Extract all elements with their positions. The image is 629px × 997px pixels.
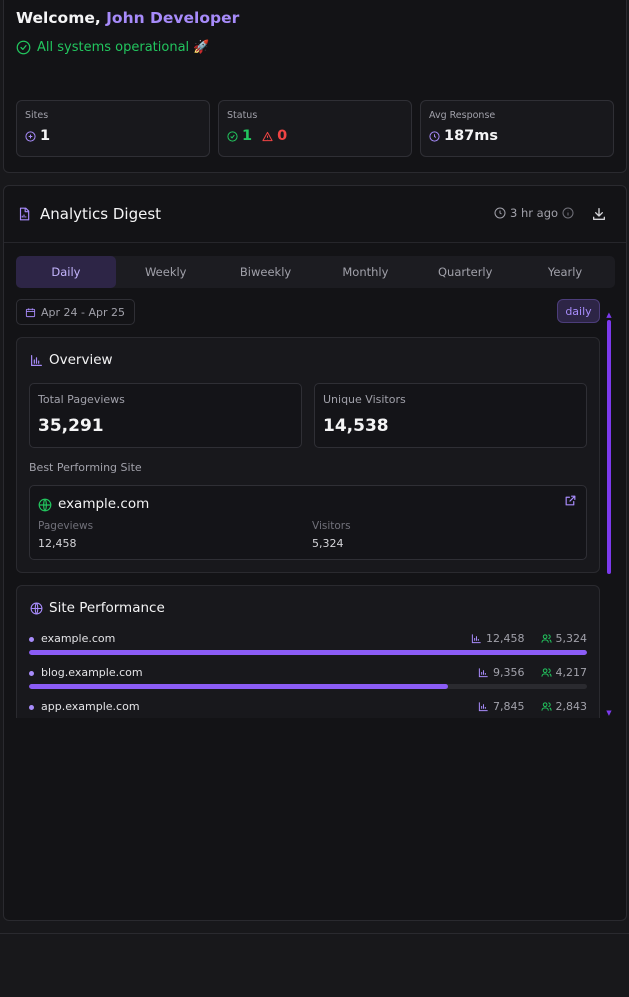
bar-chart-icon bbox=[471, 634, 481, 644]
best-site-label: Best Performing Site bbox=[29, 461, 142, 474]
best-site-visitors-label: Visitors bbox=[312, 520, 351, 532]
last-updated-text: 3 hr ago bbox=[510, 206, 559, 220]
date-range-text: Apr 24 - Apr 25 bbox=[41, 305, 126, 319]
unique-visitors-box: Unique Visitors 14,538 bbox=[314, 383, 587, 448]
unique-visitors-label: Unique Visitors bbox=[323, 393, 406, 406]
stat-sites: Sites 1 bbox=[16, 100, 210, 157]
download-button[interactable] bbox=[591, 206, 607, 222]
stat-sites-value-wrap: 1 bbox=[25, 128, 50, 144]
check-circle-icon bbox=[16, 40, 31, 55]
period-tabs: Daily Weekly Biweekly Monthly Quarterly … bbox=[16, 256, 615, 288]
plus-circle-icon bbox=[25, 130, 36, 142]
stat-status-value-wrap: 1 0 bbox=[227, 128, 287, 144]
site-row-bar-track bbox=[29, 684, 587, 689]
greeting-text: Welcome, bbox=[16, 9, 107, 27]
report-file-icon bbox=[19, 207, 30, 221]
system-status-text: All systems operational 🚀 bbox=[37, 40, 210, 55]
last-updated: 3 hr ago bbox=[494, 206, 574, 220]
date-range-picker[interactable]: Apr 24 - Apr 25 bbox=[16, 299, 136, 325]
site-row-bar bbox=[29, 684, 449, 689]
site-row: app.example.com 7,845 2,843 bbox=[29, 700, 587, 718]
stat-sites-value: 1 bbox=[40, 128, 51, 144]
site-row-name: example.com bbox=[41, 632, 116, 645]
site-performance-title: Site Performance bbox=[49, 600, 165, 616]
bar-chart-icon bbox=[478, 668, 488, 678]
stat-avg-response: Avg Response 187ms bbox=[420, 100, 614, 157]
site-row-visitors: 2,843 bbox=[555, 700, 588, 713]
site-row-stats: 12,458 5,324 bbox=[471, 632, 587, 645]
site-row-visitors: 5,324 bbox=[555, 632, 588, 645]
status-error-count: 0 bbox=[277, 128, 288, 144]
tab-monthly[interactable]: Monthly bbox=[315, 256, 415, 288]
site-row: example.com 12,458 5,324 bbox=[29, 632, 587, 662]
site-row-visitors: 4,217 bbox=[555, 666, 588, 679]
clock-icon bbox=[494, 207, 506, 219]
site-row-name: app.example.com bbox=[41, 700, 140, 713]
digest-title: Analytics Digest bbox=[40, 205, 162, 223]
overview-panel: Overview Total Pageviews 35,291 Unique V… bbox=[16, 337, 600, 573]
digest-scrollbar[interactable]: ▲ ▼ bbox=[606, 312, 612, 717]
tab-biweekly[interactable]: Biweekly bbox=[216, 256, 316, 288]
stat-sites-label: Sites bbox=[25, 110, 49, 121]
calendar-icon bbox=[25, 307, 36, 317]
stat-avg-response-label: Avg Response bbox=[429, 110, 496, 121]
status-ok-count: 1 bbox=[242, 128, 253, 144]
clock-icon bbox=[429, 130, 440, 142]
site-row-stats: 9,356 4,217 bbox=[478, 666, 587, 679]
total-pageviews-value: 35,291 bbox=[38, 416, 104, 436]
site-row-bar-track bbox=[29, 650, 587, 655]
footer-bar bbox=[0, 933, 629, 997]
tab-yearly[interactable]: Yearly bbox=[515, 256, 615, 288]
info-icon[interactable] bbox=[562, 207, 574, 219]
external-link-icon[interactable] bbox=[564, 494, 577, 507]
analytics-digest-card: Analytics Digest 3 hr ago Daily Weekly B… bbox=[3, 185, 627, 921]
site-dot bbox=[29, 637, 34, 642]
total-pageviews-box: Total Pageviews 35,291 bbox=[29, 383, 302, 448]
period-badge: daily bbox=[557, 299, 600, 323]
site-row-name: blog.example.com bbox=[41, 666, 143, 679]
warning-triangle-icon bbox=[262, 131, 273, 141]
users-icon bbox=[540, 702, 552, 711]
stat-avg-response-value: 187ms bbox=[444, 128, 499, 144]
system-status: All systems operational 🚀 bbox=[16, 40, 209, 55]
tab-quarterly[interactable]: Quarterly bbox=[415, 256, 515, 288]
bar-chart-icon bbox=[478, 702, 488, 712]
globe-icon bbox=[30, 602, 43, 615]
digest-header: Analytics Digest 3 hr ago bbox=[4, 186, 626, 243]
site-performance-panel: Site Performance example.com 12,458 5,32… bbox=[16, 585, 600, 718]
site-row: blog.example.com 9,356 4,217 bbox=[29, 666, 587, 696]
unique-visitors-value: 14,538 bbox=[323, 416, 389, 436]
best-site-visitors-value: 5,324 bbox=[312, 537, 344, 550]
site-dot bbox=[29, 671, 34, 676]
scroll-up-icon[interactable]: ▲ bbox=[606, 312, 612, 319]
site-row-bar bbox=[29, 650, 587, 655]
welcome-card: Welcome, John Developer All systems oper… bbox=[3, 0, 627, 173]
site-row-pageviews: 7,845 bbox=[493, 700, 525, 713]
scroll-down-icon[interactable]: ▼ bbox=[606, 710, 612, 717]
scrollbar-thumb[interactable] bbox=[607, 320, 611, 574]
check-circle-icon bbox=[227, 130, 238, 142]
best-site-name: example.com bbox=[58, 496, 150, 512]
stat-avg-response-value-wrap: 187ms bbox=[429, 128, 498, 144]
site-dot bbox=[29, 705, 34, 710]
users-icon bbox=[540, 668, 552, 677]
stat-status: Status 1 0 bbox=[218, 100, 412, 157]
total-pageviews-label: Total Pageviews bbox=[38, 393, 125, 406]
best-site-pageviews-label: Pageviews bbox=[38, 520, 94, 532]
bar-chart-icon bbox=[31, 355, 42, 366]
site-row-pageviews: 9,356 bbox=[493, 666, 525, 679]
user-name: John Developer bbox=[106, 9, 240, 27]
digest-scroll-area[interactable]: Overview Total Pageviews 35,291 Unique V… bbox=[16, 337, 600, 718]
site-row-pageviews: 12,458 bbox=[486, 632, 525, 645]
overview-title: Overview bbox=[49, 352, 113, 368]
globe-icon bbox=[38, 498, 52, 512]
best-site-pageviews-value: 12,458 bbox=[38, 537, 77, 550]
site-row-stats: 7,845 2,843 bbox=[478, 700, 587, 713]
tab-daily[interactable]: Daily bbox=[16, 256, 116, 288]
users-icon bbox=[540, 634, 552, 643]
stat-status-label: Status bbox=[227, 110, 258, 121]
best-site-card: example.com Pageviews 12,458 Visitors 5,… bbox=[29, 485, 587, 560]
tab-weekly[interactable]: Weekly bbox=[116, 256, 216, 288]
welcome-title: Welcome, John Developer bbox=[16, 9, 239, 27]
